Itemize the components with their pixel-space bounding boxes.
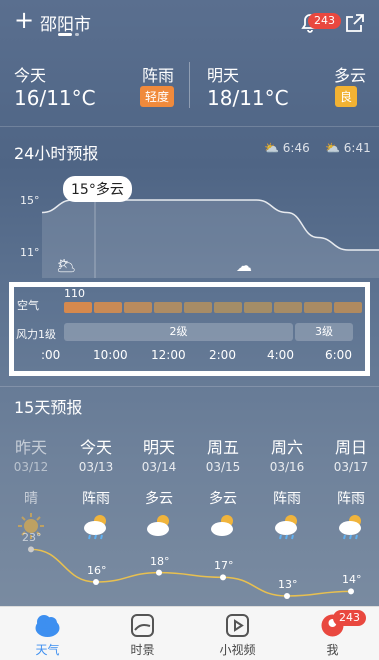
forecast-day[interactable]: 明天 03/14 多云 <box>129 434 189 544</box>
daily-temp-point <box>348 588 354 595</box>
daily-temp-label: 18° <box>150 554 170 568</box>
daily-temp-point <box>28 546 34 553</box>
day-date: 03/16 <box>269 460 305 474</box>
hourly-temp-area <box>42 200 379 278</box>
sunset: ⛅ 6:41 <box>325 141 371 155</box>
divider <box>0 126 379 127</box>
nav-scene[interactable]: 时景 <box>95 607 190 660</box>
day-condition: 阵雨 <box>273 491 301 507</box>
nav-label: 我 <box>326 643 339 657</box>
notification-badge: 243 <box>308 13 341 29</box>
nav-label: 小视频 <box>219 643 256 657</box>
sunset-icon: ⛅ <box>325 141 340 155</box>
today-temp: 16/11°C <box>14 86 96 110</box>
forecast-day[interactable]: 周五 03/15 多云 <box>193 434 253 544</box>
sunrise-icon: ⛅ <box>264 141 279 155</box>
forecast-day[interactable]: 昨天 03/12 晴 <box>1 434 61 544</box>
day-name: 昨天 <box>14 438 47 457</box>
highlight-box <box>9 282 370 376</box>
hourly-title: 24小时预报 <box>14 144 99 163</box>
daily-temp-label: 14° <box>342 573 362 587</box>
day-name: 周五 <box>206 438 239 457</box>
daily-temp-label: 16° <box>87 564 107 577</box>
nav-label: 时景 <box>130 643 155 657</box>
profile-badge: 243 <box>333 610 366 626</box>
day-date: 03/12 <box>13 460 49 474</box>
forecast-day[interactable]: 周日 03/17 阵雨 <box>321 434 379 544</box>
daily-temp-point <box>93 579 99 585</box>
sunrise: ⛅ 6:46 <box>264 141 310 155</box>
daily-temp-line <box>30 548 352 597</box>
city-name[interactable]: 邵阳市 <box>40 10 91 35</box>
video-icon <box>223 611 252 640</box>
day-name: 明天 <box>142 438 175 457</box>
today-condition: 阵雨 <box>142 66 175 85</box>
day-date: 03/15 <box>205 460 241 474</box>
add-city-button[interactable]: + <box>14 6 34 34</box>
day-name: 周日 <box>334 438 367 457</box>
day-condition: 阵雨 <box>337 491 365 507</box>
tomorrow-condition: 多云 <box>334 66 367 85</box>
tomorrow-label: 明天 <box>207 66 240 85</box>
day-condition: 阵雨 <box>82 491 110 507</box>
weather-icon <box>33 611 62 640</box>
tomorrow-aqi-badge: 良 <box>335 86 358 107</box>
cloud-icon: ☁ <box>236 256 252 275</box>
daily-temp-label: 17° <box>214 559 234 573</box>
day-date: 03/13 <box>78 460 114 474</box>
forecast-title: 15天预报 <box>14 398 83 417</box>
day-date: 03/14 <box>141 460 177 474</box>
nav-weather[interactable]: 天气 <box>0 607 95 660</box>
daily-temp-label: 13° <box>278 578 298 591</box>
page-indicator <box>58 33 82 36</box>
daily-temp-label: 23° <box>22 531 42 545</box>
tomorrow-temp: 18/11°C <box>207 86 289 110</box>
nav-video[interactable]: 小视频 <box>190 607 285 660</box>
daily-temp-chart <box>28 546 354 599</box>
daily-temp-point <box>156 569 162 576</box>
daily-temp-point <box>284 593 290 599</box>
divider <box>189 62 190 108</box>
share-icon[interactable] <box>344 12 366 34</box>
hourly-tooltip: 15°多云 <box>63 176 132 202</box>
night-cloud-icon: 🌥 <box>56 256 77 275</box>
forecast-day[interactable]: 周六 03/16 阵雨 <box>257 434 317 544</box>
forecast-day[interactable]: 今天 03/13 阵雨 <box>66 434 126 544</box>
nav-label: 天气 <box>35 643 60 657</box>
divider <box>0 386 379 387</box>
today-aqi-badge: 轻度 <box>140 86 175 107</box>
day-condition: 多云 <box>209 491 237 507</box>
day-name: 今天 <box>79 438 112 457</box>
daily-temp-point <box>220 574 226 581</box>
scene-icon <box>128 611 157 640</box>
bottom-nav: 天气 时景 小视频 243 我 <box>0 606 379 660</box>
day-date: 03/17 <box>333 460 369 474</box>
today-label: 今天 <box>14 66 47 85</box>
day-name: 周六 <box>270 438 303 457</box>
day-condition: 晴 <box>24 491 38 507</box>
day-condition: 多云 <box>145 491 173 507</box>
nav-profile[interactable]: 243 我 <box>285 607 379 660</box>
